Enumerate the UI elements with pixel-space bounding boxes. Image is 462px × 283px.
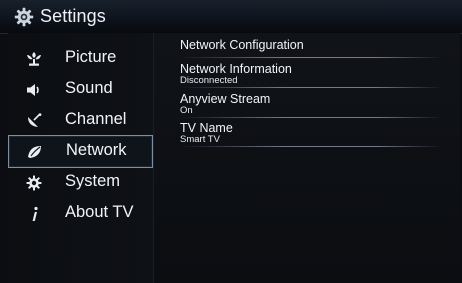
menu-item-sound[interactable]: Sound (8, 74, 153, 105)
system-gear-icon (26, 175, 42, 191)
tv-name-item[interactable]: TV Name Smart TV (180, 122, 442, 147)
menu-item-channel[interactable]: Channel (8, 105, 153, 136)
item-value: On (180, 105, 193, 116)
network-information-item[interactable]: Network Information Disconnected (180, 63, 442, 88)
menu-item-system[interactable]: System (8, 167, 153, 198)
settings-menu: Picture Sound Channel Network System Abo… (8, 33, 153, 283)
item-divider (180, 87, 442, 88)
menu-item-label: Network (66, 141, 127, 159)
settings-screen: Settings Picture Sound Channel Network S… (0, 0, 462, 283)
page-title: Settings (40, 6, 106, 26)
item-name: Network Configuration (180, 38, 304, 52)
item-name: Anyview Stream (180, 92, 271, 106)
menu-item-label: Channel (65, 110, 127, 128)
satellite-dish-icon (28, 113, 42, 127)
picture-icon (27, 52, 41, 66)
info-icon (32, 206, 38, 221)
speaker-icon (27, 84, 39, 96)
menu-item-picture[interactable]: Picture (8, 43, 153, 74)
gear-icon (14, 7, 34, 27)
item-divider (180, 57, 442, 58)
item-value: Disconnected (180, 75, 238, 86)
menu-item-label: System (65, 172, 121, 190)
network-icon (28, 146, 41, 158)
network-configuration-item[interactable]: Network Configuration (180, 38, 442, 58)
item-value: Smart TV (180, 134, 220, 145)
menu-item-network[interactable]: Network (8, 135, 153, 168)
menu-item-about-tv[interactable]: About TV (8, 198, 153, 229)
item-divider (180, 117, 442, 118)
menu-item-label: About TV (65, 203, 134, 221)
network-panel: Network Configuration Network Informatio… (154, 33, 460, 283)
title-bar: Settings (0, 0, 462, 34)
item-divider (180, 146, 442, 147)
menu-item-label: Sound (65, 79, 113, 97)
anyview-stream-item[interactable]: Anyview Stream On (180, 92, 442, 118)
menu-item-label: Picture (65, 48, 117, 66)
